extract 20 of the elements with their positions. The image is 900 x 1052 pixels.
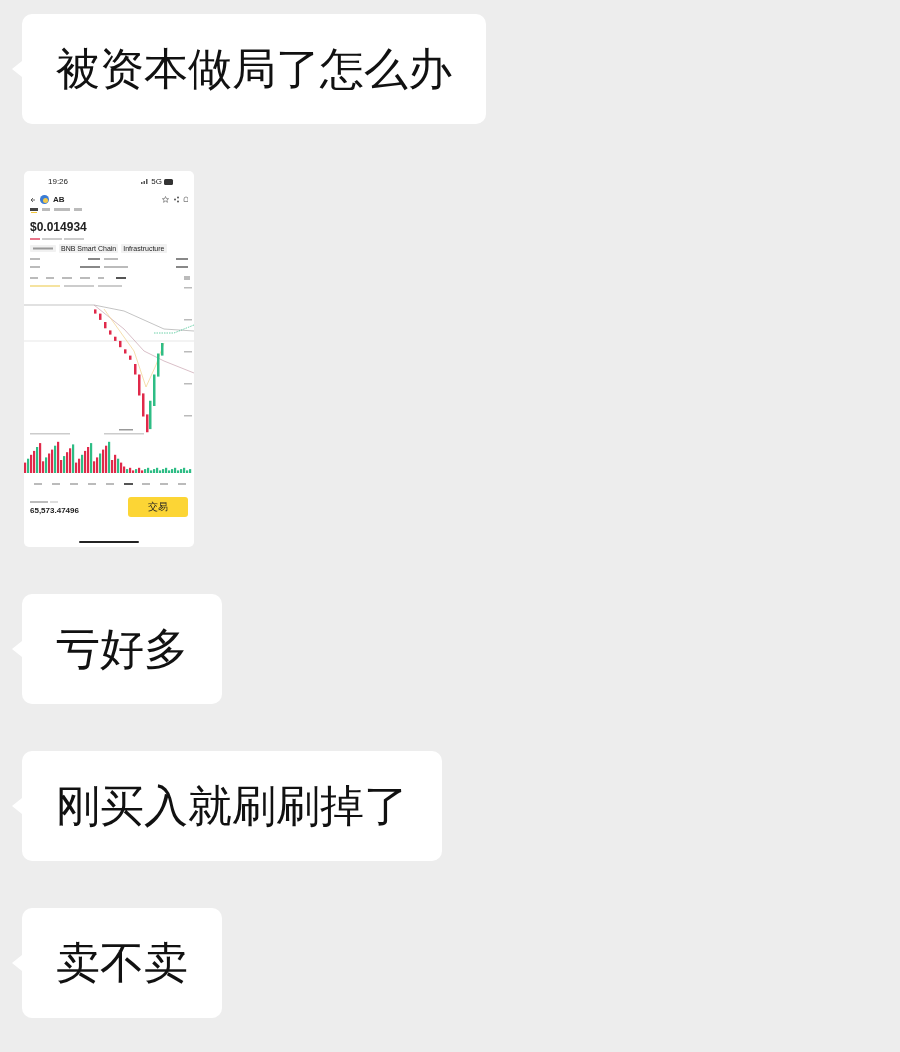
token-logo-icon <box>40 195 49 204</box>
message-bubble: 刚买入就刷刷掉了 <box>22 751 442 861</box>
message-bubble: 亏好多 <box>22 594 222 704</box>
back-icon[interactable] <box>30 196 36 203</box>
header-icons-drawing[interactable] <box>162 196 188 203</box>
chart-toolbar-drawing[interactable] <box>30 276 190 280</box>
status-time: 19:26 <box>48 177 69 186</box>
token-price: $0.014934 <box>30 220 88 234</box>
balance-label-drawing <box>30 499 60 504</box>
home-indicator <box>79 541 139 543</box>
signal-icon <box>141 179 150 184</box>
battery-icon <box>164 178 174 185</box>
message-bubble: 被资本做局了怎么办 <box>22 14 486 124</box>
price-line <box>153 324 194 334</box>
token-name[interactable]: AB <box>53 195 65 204</box>
tag-chip-drawing <box>30 245 56 252</box>
balance-amount: 65,573.47496 <box>30 505 79 515</box>
trade-button[interactable]: 交易 <box>128 497 188 517</box>
network-label: 5G <box>151 177 162 186</box>
message-bubble: 卖不卖 <box>22 908 222 1018</box>
